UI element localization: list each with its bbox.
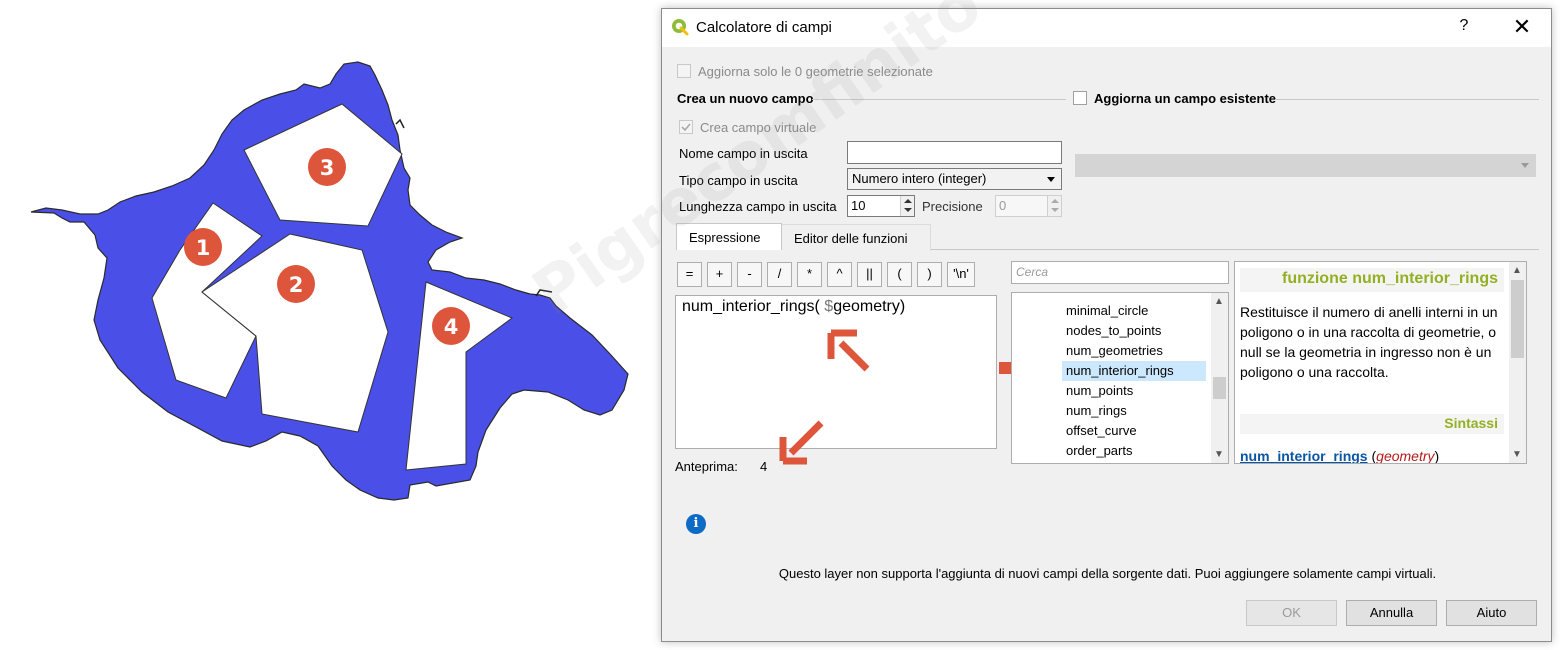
info-message: Questo layer non supporta l'aggiunta di … — [778, 566, 1437, 581]
spin-down-icon[interactable] — [1051, 208, 1059, 212]
output-type-label: Tipo campo in uscita — [679, 173, 798, 188]
virtual-field-checkbox[interactable] — [679, 120, 693, 134]
spin-up-icon[interactable] — [1051, 199, 1059, 203]
help-title: funzione num_interior_rings — [1240, 268, 1504, 292]
syntax-argument: geometry — [1376, 448, 1435, 464]
output-length-value: 10 — [851, 198, 866, 213]
function-list-item[interactable]: minimal_circle — [1062, 301, 1152, 321]
function-list-item[interactable]: num_rings — [1062, 401, 1131, 421]
scroll-down-icon[interactable]: ▼ — [1214, 449, 1224, 460]
scroll-thumb[interactable] — [1213, 377, 1226, 399]
expression-variable-sigil: $ — [819, 298, 834, 315]
function-list-item[interactable]: nodes_to_points — [1062, 321, 1165, 341]
output-type-select[interactable]: Numero intero (integer) — [847, 168, 1062, 190]
help-description: Restituisce il numero di anelli interni … — [1240, 304, 1498, 380]
function-search-input[interactable]: Cerca — [1011, 261, 1229, 284]
scroll-down-icon[interactable]: ▼ — [1512, 449, 1522, 460]
output-name-input[interactable] — [847, 141, 1062, 164]
operator-multiply-button[interactable]: * — [797, 262, 822, 287]
divider — [1275, 99, 1539, 100]
badge-4: 4 — [432, 307, 470, 345]
help-syntax: num_interior_rings (geometry) — [1240, 448, 1440, 464]
help-scrollbar[interactable]: ▲ ▼ — [1509, 262, 1526, 463]
tab-expression[interactable]: Espressione — [676, 223, 782, 250]
svg-text:2: 2 — [289, 273, 304, 297]
function-list[interactable]: minimal_circle nodes_to_points num_geome… — [1011, 292, 1229, 464]
function-list-item[interactable]: num_geometries — [1062, 341, 1167, 361]
svg-text:1: 1 — [196, 236, 211, 260]
function-list-item[interactable]: offset_curve — [1062, 421, 1141, 441]
tab-function-editor[interactable]: Editor delle funzioni — [782, 224, 931, 251]
svg-text:3: 3 — [320, 156, 335, 180]
operator-plus-button[interactable]: + — [707, 262, 732, 287]
field-calculator-dialog: Calcolatore di campi ? ✕ Aggiorna solo l… — [661, 8, 1552, 642]
close-icon[interactable]: ✕ — [1510, 14, 1534, 40]
operator-minus-button[interactable]: - — [737, 262, 762, 287]
svg-text:4: 4 — [444, 315, 459, 339]
function-help-panel: funzione num_interior_rings Restituisce … — [1234, 261, 1527, 464]
expression-argument: geometry) — [833, 298, 906, 315]
output-type-value: Numero intero (integer) — [852, 171, 987, 186]
help-syntax-heading: Sintassi — [1240, 414, 1504, 434]
dialog-title: Calcolatore di campi — [696, 19, 832, 36]
spin-down-icon[interactable] — [904, 208, 912, 212]
precision-label: Precisione — [922, 199, 983, 214]
output-name-label: Nome campo in uscita — [679, 146, 808, 161]
function-list-item[interactable]: order_parts — [1062, 441, 1136, 461]
operator-power-button[interactable]: ^ — [827, 262, 852, 287]
badge-3: 3 — [308, 148, 346, 186]
chevron-down-icon — [1047, 177, 1055, 182]
update-selected-label: Aggiorna solo le 0 geometrie selezionate — [698, 64, 933, 79]
operator-newline-button[interactable]: '\n' — [947, 262, 975, 287]
update-existing-checkbox[interactable] — [1073, 91, 1087, 105]
annotation-arrow-icon — [827, 329, 870, 372]
precision-spinbox[interactable]: 0 — [995, 195, 1062, 217]
update-existing-label: Aggiorna un campo esistente — [1094, 91, 1277, 106]
existing-field-select[interactable] — [1075, 154, 1536, 177]
chevron-down-icon — [1521, 163, 1529, 168]
operator-open-paren-button[interactable]: ( — [887, 262, 912, 287]
qgis-logo-icon — [672, 19, 689, 36]
operator-concat-button[interactable]: || — [857, 262, 882, 287]
cancel-button[interactable]: Annulla — [1346, 600, 1437, 626]
update-selected-checkbox[interactable] — [677, 64, 691, 78]
function-list-item[interactable]: oriented_bbox — [1062, 461, 1152, 463]
function-list-item-selected[interactable]: num_interior_rings — [1062, 361, 1206, 381]
info-icon: i — [686, 514, 706, 534]
polygon-map: 1 2 3 4 — [30, 61, 629, 501]
scroll-up-icon[interactable]: ▲ — [1214, 296, 1224, 307]
syntax-paren: ) — [1434, 448, 1440, 464]
spin-buttons[interactable] — [900, 196, 914, 216]
syntax-function-link[interactable]: num_interior_rings — [1240, 448, 1368, 463]
badge-2: 2 — [277, 265, 315, 303]
function-list-scrollbar[interactable]: ▲ ▼ — [1211, 293, 1228, 463]
output-length-label: Lunghezza campo in uscita — [679, 199, 837, 214]
title-bar: Calcolatore di campi ? ✕ — [662, 9, 1551, 47]
create-new-field-heading: Crea un nuovo campo — [677, 91, 814, 106]
checkmark-icon — [681, 123, 691, 132]
help-button[interactable]: Aiuto — [1446, 600, 1537, 626]
function-list-item[interactable]: num_points — [1062, 381, 1137, 401]
preview-value: 4 — [760, 459, 768, 474]
operator-close-paren-button[interactable]: ) — [917, 262, 942, 287]
virtual-field-label: Crea campo virtuale — [700, 120, 817, 135]
help-title-button[interactable]: ? — [1454, 17, 1474, 35]
divider — [931, 249, 1539, 250]
divider — [812, 99, 1066, 100]
preview-label: Anteprima: — [675, 459, 738, 474]
output-length-spinbox[interactable]: 10 — [847, 195, 915, 217]
scroll-up-icon[interactable]: ▲ — [1512, 265, 1522, 276]
ok-button[interactable]: OK — [1246, 600, 1337, 626]
operator-equals-button[interactable]: = — [677, 262, 702, 287]
syntax-paren: ( — [1367, 448, 1377, 464]
spin-buttons[interactable] — [1047, 196, 1061, 216]
badge-1: 1 — [184, 228, 222, 266]
operator-divide-button[interactable]: / — [767, 262, 792, 287]
annotation-arrow-icon — [779, 420, 824, 465]
spin-up-icon[interactable] — [904, 199, 912, 203]
expression-function: num_interior_rings( — [682, 298, 820, 315]
scroll-thumb[interactable] — [1511, 280, 1524, 358]
precision-value: 0 — [999, 198, 1007, 213]
